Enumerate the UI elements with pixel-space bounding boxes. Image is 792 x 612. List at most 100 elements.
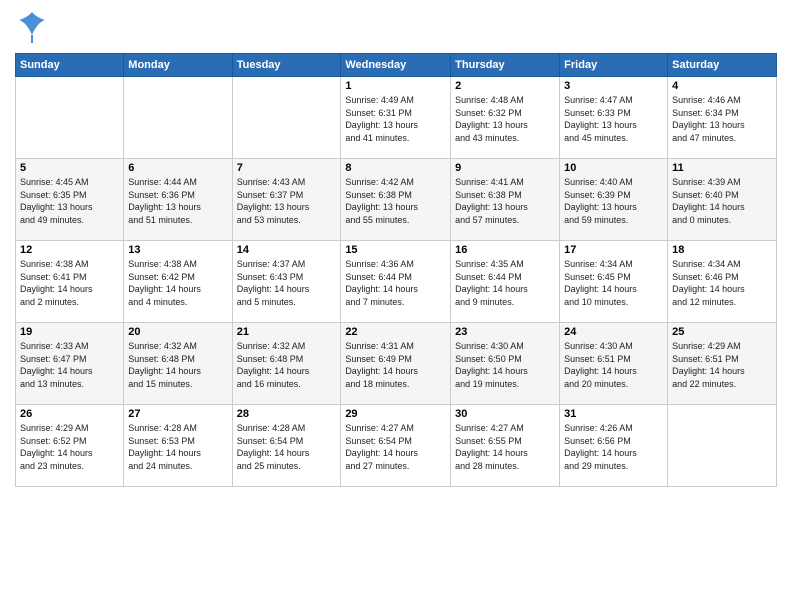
- day-number: 19: [20, 326, 119, 338]
- day-info: Sunrise: 4:29 AMSunset: 6:52 PMDaylight:…: [20, 422, 119, 472]
- day-number: 7: [237, 162, 337, 174]
- day-info: Sunrise: 4:30 AMSunset: 6:51 PMDaylight:…: [564, 340, 663, 390]
- day-info: Sunrise: 4:32 AMSunset: 6:48 PMDaylight:…: [128, 340, 227, 390]
- day-number: 25: [672, 326, 772, 338]
- calendar-cell: [16, 77, 124, 159]
- day-number: 15: [345, 244, 446, 256]
- day-info: Sunrise: 4:27 AMSunset: 6:55 PMDaylight:…: [455, 422, 555, 472]
- calendar-week-row: 5 Sunrise: 4:45 AMSunset: 6:35 PMDaylight…: [16, 159, 777, 241]
- day-info: Sunrise: 4:28 AMSunset: 6:53 PMDaylight:…: [128, 422, 227, 472]
- day-info: Sunrise: 4:34 AMSunset: 6:46 PMDaylight:…: [672, 258, 772, 308]
- calendar-cell: 24 Sunrise: 4:30 AMSunset: 6:51 PMDayligh…: [560, 323, 668, 405]
- day-info: Sunrise: 4:41 AMSunset: 6:38 PMDaylight:…: [455, 176, 555, 226]
- calendar-cell: 8Sunrise: 4:42 AMSunset: 6:38 PMDaylight…: [341, 159, 451, 241]
- day-info: Sunrise: 4:34 AMSunset: 6:45 PMDaylight:…: [564, 258, 663, 308]
- calendar-cell: 22 Sunrise: 4:31 AMSunset: 6:49 PMDayligh…: [341, 323, 451, 405]
- calendar-cell: 20 Sunrise: 4:32 AMSunset: 6:48 PMDayligh…: [124, 323, 232, 405]
- header: [15, 10, 777, 45]
- calendar-cell: 1Sunrise: 4:49 AMSunset: 6:31 PMDaylight…: [341, 77, 451, 159]
- day-number: 29: [345, 408, 446, 420]
- calendar-table: SundayMondayTuesdayWednesdayThursdayFrid…: [15, 53, 777, 487]
- calendar-cell: 18 Sunrise: 4:34 AMSunset: 6:46 PMDayligh…: [668, 241, 777, 323]
- day-number: 12: [20, 244, 119, 256]
- calendar-cell: 7 Sunrise: 4:43 AMSunset: 6:37 PMDaylight…: [232, 159, 341, 241]
- calendar-header-thursday: Thursday: [451, 54, 560, 77]
- day-info: Sunrise: 4:28 AMSunset: 6:54 PMDaylight:…: [237, 422, 337, 472]
- calendar-cell: [124, 77, 232, 159]
- day-info: Sunrise: 4:47 AMSunset: 6:33 PMDaylight:…: [564, 94, 663, 144]
- calendar-cell: 17 Sunrise: 4:34 AMSunset: 6:45 PMDayligh…: [560, 241, 668, 323]
- calendar-header-saturday: Saturday: [668, 54, 777, 77]
- day-number: 9: [455, 162, 555, 174]
- day-number: 18: [672, 244, 772, 256]
- calendar-header-monday: Monday: [124, 54, 232, 77]
- day-info: Sunrise: 4:43 AMSunset: 6:37 PMDaylight:…: [237, 176, 337, 226]
- calendar-cell: 9 Sunrise: 4:41 AMSunset: 6:38 PMDaylight…: [451, 159, 560, 241]
- day-info: Sunrise: 4:45 AMSunset: 6:35 PMDaylight:…: [20, 176, 119, 226]
- day-number: 2: [455, 80, 555, 92]
- day-number: 20: [128, 326, 227, 338]
- day-number: 26: [20, 408, 119, 420]
- day-info: Sunrise: 4:46 AMSunset: 6:34 PMDaylight:…: [672, 94, 772, 144]
- calendar-header-row: SundayMondayTuesdayWednesdayThursdayFrid…: [16, 54, 777, 77]
- day-info: Sunrise: 4:32 AMSunset: 6:48 PMDaylight:…: [237, 340, 337, 390]
- calendar-header-sunday: Sunday: [16, 54, 124, 77]
- day-info: Sunrise: 4:38 AMSunset: 6:41 PMDaylight:…: [20, 258, 119, 308]
- day-info: Sunrise: 4:36 AMSunset: 6:44 PMDaylight:…: [345, 258, 446, 308]
- day-info: Sunrise: 4:33 AMSunset: 6:47 PMDaylight:…: [20, 340, 119, 390]
- day-number: 27: [128, 408, 227, 420]
- calendar-cell: 6 Sunrise: 4:44 AMSunset: 6:36 PMDaylight…: [124, 159, 232, 241]
- day-number: 3: [564, 80, 663, 92]
- day-info: Sunrise: 4:35 AMSunset: 6:44 PMDaylight:…: [455, 258, 555, 308]
- calendar-header-tuesday: Tuesday: [232, 54, 341, 77]
- calendar-cell: 5 Sunrise: 4:45 AMSunset: 6:35 PMDaylight…: [16, 159, 124, 241]
- day-info: Sunrise: 4:31 AMSunset: 6:49 PMDaylight:…: [345, 340, 446, 390]
- calendar-header-wednesday: Wednesday: [341, 54, 451, 77]
- calendar-cell: 13 Sunrise: 4:38 AMSunset: 6:42 PMDayligh…: [124, 241, 232, 323]
- calendar-cell: 19 Sunrise: 4:33 AMSunset: 6:47 PMDayligh…: [16, 323, 124, 405]
- calendar-cell: 30 Sunrise: 4:27 AMSunset: 6:55 PMDayligh…: [451, 405, 560, 487]
- logo-bird-icon: [17, 10, 47, 45]
- day-info: Sunrise: 4:37 AMSunset: 6:43 PMDaylight:…: [237, 258, 337, 308]
- calendar-week-row: 12 Sunrise: 4:38 AMSunset: 6:41 PMDayligh…: [16, 241, 777, 323]
- day-number: 1: [345, 80, 446, 92]
- day-info: Sunrise: 4:44 AMSunset: 6:36 PMDaylight:…: [128, 176, 227, 226]
- calendar-cell: 10 Sunrise: 4:40 AMSunset: 6:39 PMDayligh…: [560, 159, 668, 241]
- calendar-week-row: 19 Sunrise: 4:33 AMSunset: 6:47 PMDayligh…: [16, 323, 777, 405]
- calendar-cell: 27 Sunrise: 4:28 AMSunset: 6:53 PMDayligh…: [124, 405, 232, 487]
- day-number: 5: [20, 162, 119, 174]
- day-info: Sunrise: 4:39 AMSunset: 6:40 PMDaylight:…: [672, 176, 772, 226]
- calendar-cell: 3 Sunrise: 4:47 AMSunset: 6:33 PMDaylight…: [560, 77, 668, 159]
- day-info: Sunrise: 4:40 AMSunset: 6:39 PMDaylight:…: [564, 176, 663, 226]
- day-number: 22: [345, 326, 446, 338]
- day-info: Sunrise: 4:38 AMSunset: 6:42 PMDaylight:…: [128, 258, 227, 308]
- day-number: 10: [564, 162, 663, 174]
- day-info: Sunrise: 4:27 AMSunset: 6:54 PMDaylight:…: [345, 422, 446, 472]
- calendar-cell: [232, 77, 341, 159]
- day-number: 28: [237, 408, 337, 420]
- day-info: Sunrise: 4:30 AMSunset: 6:50 PMDaylight:…: [455, 340, 555, 390]
- day-number: 14: [237, 244, 337, 256]
- calendar-cell: 28 Sunrise: 4:28 AMSunset: 6:54 PMDayligh…: [232, 405, 341, 487]
- day-number: 24: [564, 326, 663, 338]
- day-number: 21: [237, 326, 337, 338]
- day-number: 16: [455, 244, 555, 256]
- calendar-cell: 4 Sunrise: 4:46 AMSunset: 6:34 PMDaylight…: [668, 77, 777, 159]
- day-number: 17: [564, 244, 663, 256]
- calendar-week-row: 26 Sunrise: 4:29 AMSunset: 6:52 PMDayligh…: [16, 405, 777, 487]
- calendar-cell: 25 Sunrise: 4:29 AMSunset: 6:51 PMDayligh…: [668, 323, 777, 405]
- calendar-cell: 29 Sunrise: 4:27 AMSunset: 6:54 PMDayligh…: [341, 405, 451, 487]
- day-number: 4: [672, 80, 772, 92]
- day-number: 30: [455, 408, 555, 420]
- day-number: 11: [672, 162, 772, 174]
- calendar-cell: 2 Sunrise: 4:48 AMSunset: 6:32 PMDaylight…: [451, 77, 560, 159]
- day-number: 13: [128, 244, 227, 256]
- day-number: 8: [345, 162, 446, 174]
- day-info: Sunrise: 4:48 AMSunset: 6:32 PMDaylight:…: [455, 94, 555, 144]
- calendar-cell: 31Sunrise: 4:26 AMSunset: 6:56 PMDayligh…: [560, 405, 668, 487]
- day-number: 6: [128, 162, 227, 174]
- day-info: Sunrise: 4:29 AMSunset: 6:51 PMDaylight:…: [672, 340, 772, 390]
- calendar-header-friday: Friday: [560, 54, 668, 77]
- calendar-cell: 15 Sunrise: 4:36 AMSunset: 6:44 PMDayligh…: [341, 241, 451, 323]
- calendar-page: SundayMondayTuesdayWednesdayThursdayFrid…: [0, 0, 792, 612]
